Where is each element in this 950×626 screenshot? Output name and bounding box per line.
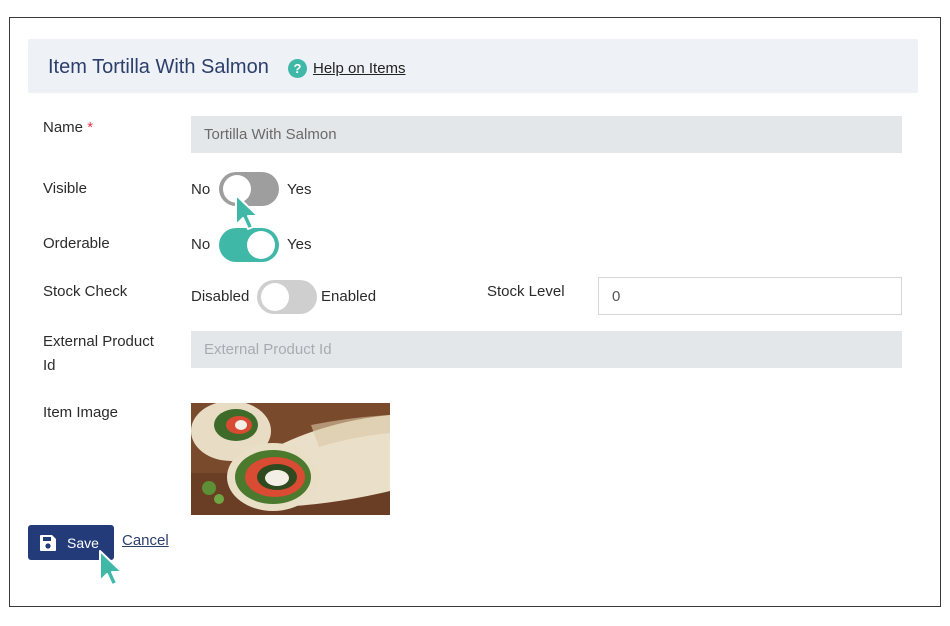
help-link-group[interactable]: ? Help on Items xyxy=(288,59,406,78)
stock-check-toggle[interactable] xyxy=(257,280,317,314)
pointer-cursor-icon xyxy=(235,194,259,230)
stock-level-input[interactable]: 0 xyxy=(598,277,902,315)
orderable-yes-label: Yes xyxy=(287,236,312,253)
stock-check-enabled-label: Enabled xyxy=(321,288,377,305)
name-label-text: Name xyxy=(43,119,84,136)
toggle-knob xyxy=(247,231,275,259)
external-product-id-label-line1: External Product xyxy=(43,333,154,350)
help-on-items-link[interactable]: Help on Items xyxy=(313,60,406,77)
item-image[interactable] xyxy=(191,403,390,515)
floppy-disk-icon xyxy=(40,534,56,551)
external-product-id-label: External Product Id xyxy=(43,330,154,378)
required-marker: * xyxy=(87,119,94,136)
external-product-id-label-line2: Id xyxy=(43,357,56,374)
stock-level-label: Stock Level xyxy=(487,283,565,300)
page-title: Item Tortilla With Salmon xyxy=(48,56,269,78)
item-header: Item Tortilla With Salmon ? Help on Item… xyxy=(28,39,918,93)
pointer-cursor-icon xyxy=(99,550,123,586)
visible-label: Visible xyxy=(43,180,87,197)
item-edit-panel: Item Tortilla With Salmon ? Help on Item… xyxy=(9,17,941,607)
item-image-label: Item Image xyxy=(43,404,119,421)
question-circle-icon[interactable]: ? xyxy=(288,59,307,78)
visible-yes-label: Yes xyxy=(287,181,312,198)
tortilla-image xyxy=(191,403,390,515)
toggle-knob xyxy=(261,283,289,311)
external-product-id-input[interactable]: External Product Id xyxy=(191,331,902,368)
save-button-label: Save xyxy=(67,534,99,551)
stock-check-label: Stock Check xyxy=(43,283,128,300)
name-label: Name * xyxy=(43,116,93,140)
name-input[interactable]: Tortilla With Salmon xyxy=(191,116,902,153)
orderable-toggle[interactable] xyxy=(219,228,279,262)
visible-no-label: No xyxy=(191,181,211,198)
orderable-no-label: No xyxy=(191,236,211,253)
orderable-label: Orderable xyxy=(43,235,110,252)
stock-check-disabled-label: Disabled xyxy=(191,288,250,305)
cancel-link[interactable]: Cancel xyxy=(122,532,169,549)
